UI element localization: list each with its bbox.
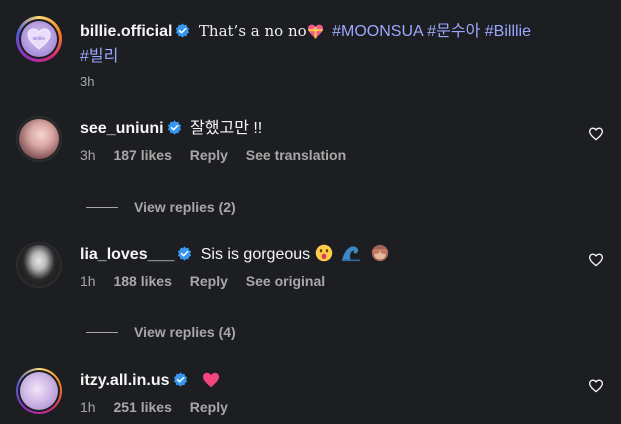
astonished-face-icon — [315, 244, 333, 269]
like-heart-icon[interactable] — [588, 126, 606, 144]
comment-timestamp[interactable]: 1h — [80, 273, 96, 289]
view-replies-button[interactable]: View replies (2) — [86, 199, 236, 215]
avatar-image — [19, 119, 59, 159]
likes-count[interactable]: 188 likes — [113, 273, 171, 289]
hashtag-link[interactable]: #빌리 — [80, 48, 118, 65]
likes-count[interactable]: 187 likes — [113, 147, 171, 163]
see-original-button[interactable]: See original — [246, 273, 325, 289]
avatar-image: Billlie — [21, 21, 57, 57]
hashtag-link[interactable]: #Billlie — [485, 23, 531, 40]
comment-text: Sis is gorgeous — [200, 246, 311, 263]
view-replies-label: View replies (4) — [134, 324, 236, 340]
verified-badge-icon — [177, 246, 192, 268]
avatar-logo-text: Billlie — [33, 36, 46, 41]
comment-username[interactable]: itzy.all.in.us — [80, 372, 170, 389]
avatar[interactable] — [16, 368, 62, 414]
hashtag-link[interactable]: #MOONSUA — [332, 23, 423, 40]
avatar-image — [19, 245, 59, 285]
verified-badge-icon — [175, 23, 190, 45]
verified-badge-icon — [167, 120, 182, 142]
caption-timestamp[interactable]: 3h — [80, 74, 94, 89]
replies-divider-line — [86, 331, 118, 333]
comments-panel: Billlie billie.official That’s a no no #… — [0, 0, 621, 424]
avatar[interactable] — [16, 242, 62, 288]
comment-line: itzy.all.in.us — [80, 370, 224, 395]
comment-line: lia_loves___ Sis is gorgeous — [80, 244, 394, 269]
view-replies-label: View replies (2) — [134, 199, 236, 215]
like-heart-icon[interactable] — [588, 252, 606, 270]
reply-button[interactable]: Reply — [190, 399, 228, 415]
comment-meta: 3h 187 likes Reply See translation — [80, 147, 360, 163]
like-heart-icon[interactable] — [588, 378, 606, 396]
likes-count[interactable]: 251 likes — [113, 399, 171, 415]
comment-meta: 1h 251 likes Reply — [80, 399, 242, 415]
comment-username[interactable]: lia_loves___ — [80, 246, 174, 263]
verified-badge-icon — [173, 372, 188, 394]
reply-button[interactable]: Reply — [190, 273, 228, 289]
comment-timestamp[interactable]: 3h — [80, 147, 96, 163]
caption-text-line: billie.official That’s a no no #MOONSUA … — [80, 20, 606, 68]
avatar-image — [20, 372, 58, 410]
comment-timestamp[interactable]: 1h — [80, 399, 96, 415]
heart-with-ribbon-icon — [307, 24, 324, 46]
caption-username[interactable]: billie.official — [80, 23, 172, 40]
replies-divider-line — [86, 206, 118, 208]
avatar[interactable]: Billlie — [16, 16, 62, 62]
pink-heart-icon — [202, 372, 220, 395]
comment-username[interactable]: see_uniuni — [80, 120, 164, 137]
hashtag-link[interactable]: #문수아 — [427, 23, 480, 40]
comment-line: see_uniuni 잘했고만 !! — [80, 118, 262, 142]
comment-meta: 1h 188 likes Reply See original — [80, 273, 339, 289]
comment-text: 잘했고만 !! — [190, 120, 263, 137]
view-replies-button[interactable]: View replies (4) — [86, 324, 236, 340]
avatar[interactable] — [16, 116, 62, 162]
see-no-evil-monkey-icon — [370, 244, 390, 269]
water-wave-icon — [341, 244, 361, 269]
heart-logo-icon: Billlie — [27, 28, 51, 50]
see-translation-button[interactable]: See translation — [246, 147, 346, 163]
caption-body: That’s a no no — [198, 22, 307, 40]
reply-button[interactable]: Reply — [190, 147, 228, 163]
